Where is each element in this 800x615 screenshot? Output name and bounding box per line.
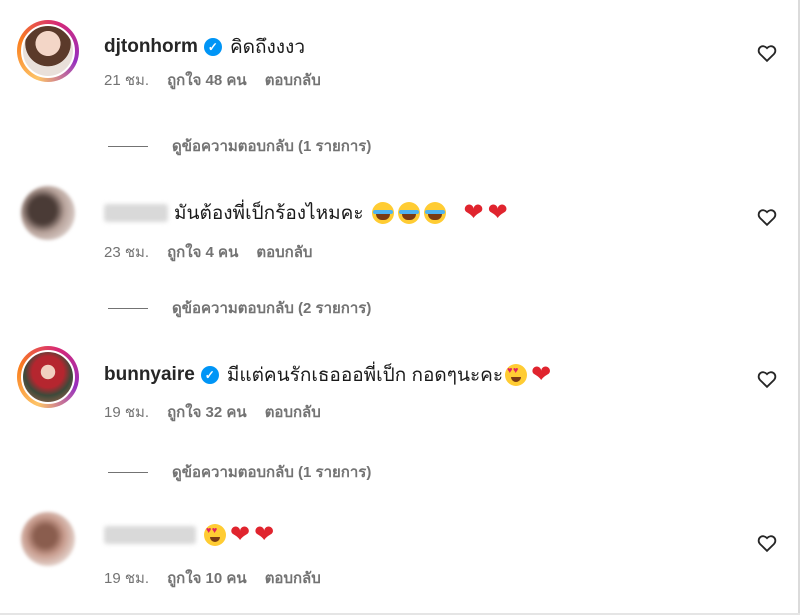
likes-count[interactable]: ถูกใจ 4 คน xyxy=(167,240,238,264)
likes-count[interactable]: ถูกใจ 32 คน xyxy=(167,400,247,424)
like-heart-icon[interactable] xyxy=(756,532,778,554)
joy-icon xyxy=(423,202,446,224)
heart-icon: ❤ xyxy=(463,199,484,226)
joy-icon xyxy=(397,202,420,224)
profile-photo xyxy=(21,186,75,240)
view-replies-label: ดูข้อความตอบกลับ (1 รายการ) xyxy=(172,138,372,155)
heart-icon: ❤ xyxy=(487,199,508,226)
view-replies-label: ดูข้อความตอบกลับ (1 รายการ) xyxy=(172,464,372,481)
avatar[interactable] xyxy=(17,346,79,408)
username-link[interactable]: djtonhorm xyxy=(104,36,198,58)
blurred-username[interactable] xyxy=(104,204,168,222)
likes-count[interactable]: ถูกใจ 48 คน xyxy=(167,68,247,92)
heart-icon: ❤ xyxy=(230,521,251,548)
avatar[interactable] xyxy=(17,508,79,570)
view-replies-label: ดูข้อความตอบกลับ (2 รายการ) xyxy=(172,300,372,317)
profile-photo xyxy=(21,350,75,404)
comment-text: คิดถึงงงว xyxy=(229,37,305,58)
view-replies-button[interactable]: ดูข้อความตอบกลับ (1 รายการ) xyxy=(108,460,371,484)
reply-button[interactable]: ตอบกลับ xyxy=(265,68,321,92)
joy-icon xyxy=(371,202,394,224)
reply-button[interactable]: ตอบกลับ xyxy=(256,240,312,264)
reply-divider-line xyxy=(108,307,148,309)
emoji-group: ❤ ❤ xyxy=(371,199,508,226)
heart-eyes-icon xyxy=(505,364,528,386)
comment-text: มันต้องพี่เป็กร้องไหมคะ xyxy=(174,203,364,224)
reply-button[interactable]: ตอบกลับ xyxy=(265,400,321,424)
avatar[interactable] xyxy=(17,182,79,244)
view-replies-button[interactable]: ดูข้อความตอบกลับ (2 รายการ) xyxy=(108,296,371,320)
heart-icon: ❤ xyxy=(531,361,552,388)
avatar[interactable] xyxy=(17,20,79,82)
comment-text: มีแต่คนรักเธอออพี่เป็ก กอดๆนะคะ xyxy=(226,365,504,386)
like-heart-icon[interactable] xyxy=(756,42,778,64)
profile-photo xyxy=(21,512,75,566)
profile-photo xyxy=(21,24,75,78)
username-link[interactable]: bunnyaire xyxy=(104,364,195,386)
comment-time[interactable]: 19 ชม. xyxy=(104,400,149,424)
reply-button[interactable]: ตอบกลับ xyxy=(265,566,321,590)
verified-badge-icon: ✓ xyxy=(203,38,222,56)
emoji-group: ❤ ❤ xyxy=(204,521,275,548)
blurred-username[interactable] xyxy=(104,526,196,544)
emoji-group: ❤ xyxy=(505,361,552,388)
like-heart-icon[interactable] xyxy=(756,206,778,228)
reply-divider-line xyxy=(108,471,148,473)
verified-badge-icon: ✓ xyxy=(200,366,219,384)
heart-eyes-icon xyxy=(204,524,226,546)
comment-time[interactable]: 23 ชม. xyxy=(104,240,149,264)
view-replies-button[interactable]: ดูข้อความตอบกลับ (1 รายการ) xyxy=(108,134,371,158)
comment-time[interactable]: 19 ชม. xyxy=(104,566,149,590)
like-heart-icon[interactable] xyxy=(756,368,778,390)
heart-icon: ❤ xyxy=(254,521,275,548)
comment-time[interactable]: 21 ชม. xyxy=(104,68,149,92)
reply-divider-line xyxy=(108,145,148,147)
likes-count[interactable]: ถูกใจ 10 คน xyxy=(167,566,247,590)
